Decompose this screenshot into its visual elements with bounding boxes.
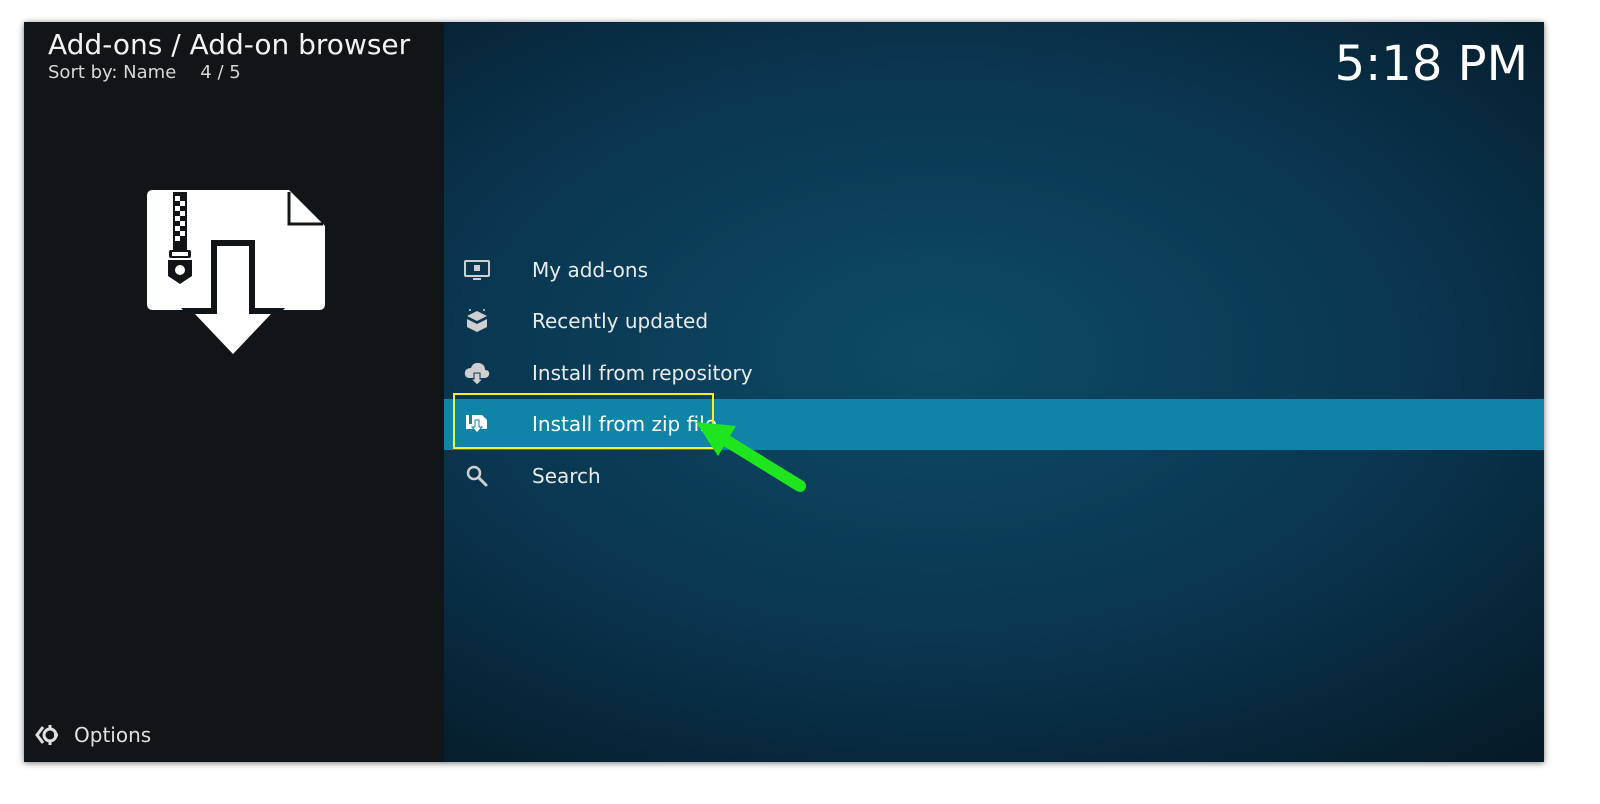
menu-item-search[interactable]: Search — [444, 450, 1544, 502]
open-box-icon — [462, 306, 492, 336]
page-title: Add-ons / Add-on browser — [48, 28, 411, 61]
menu-item-label: Recently updated — [532, 309, 709, 334]
sort-label: Sort by: Name — [48, 62, 177, 83]
menu-item-label: Install from repository — [532, 360, 753, 385]
menu-item-install-from-zip-file[interactable]: Install from zip file — [444, 398, 1544, 450]
page-position: 4 / 5 — [200, 62, 241, 83]
zip-download-icon — [462, 409, 492, 439]
search-icon — [462, 461, 492, 491]
menu-item-label: Search — [532, 463, 601, 488]
zip-install-artwork-icon — [147, 190, 325, 362]
gear-icon — [34, 722, 60, 748]
clock: 5:18 PM — [1334, 36, 1528, 92]
menu-item-install-from-repository[interactable]: Install from repository — [444, 347, 1544, 399]
info-panel: Add-ons / Add-on browser Sort by: Name 4 … — [24, 22, 444, 762]
menu-item-recently-updated[interactable]: Recently updated — [444, 296, 1544, 348]
monitor-box-icon — [462, 255, 492, 285]
addon-browser-menu: My add-ons Recently updated Install from… — [444, 244, 1544, 502]
menu-item-label: My add-ons — [532, 257, 649, 282]
options-button[interactable]: Options — [34, 722, 151, 748]
sort-info: Sort by: Name 4 / 5 — [48, 62, 241, 83]
cloud-download-icon — [462, 358, 492, 388]
menu-item-my-addons[interactable]: My add-ons — [444, 244, 1544, 296]
menu-item-label: Install from zip file — [532, 412, 718, 437]
kodi-window: Add-ons / Add-on browser Sort by: Name 4 … — [24, 22, 1544, 762]
options-label: Options — [74, 723, 152, 747]
